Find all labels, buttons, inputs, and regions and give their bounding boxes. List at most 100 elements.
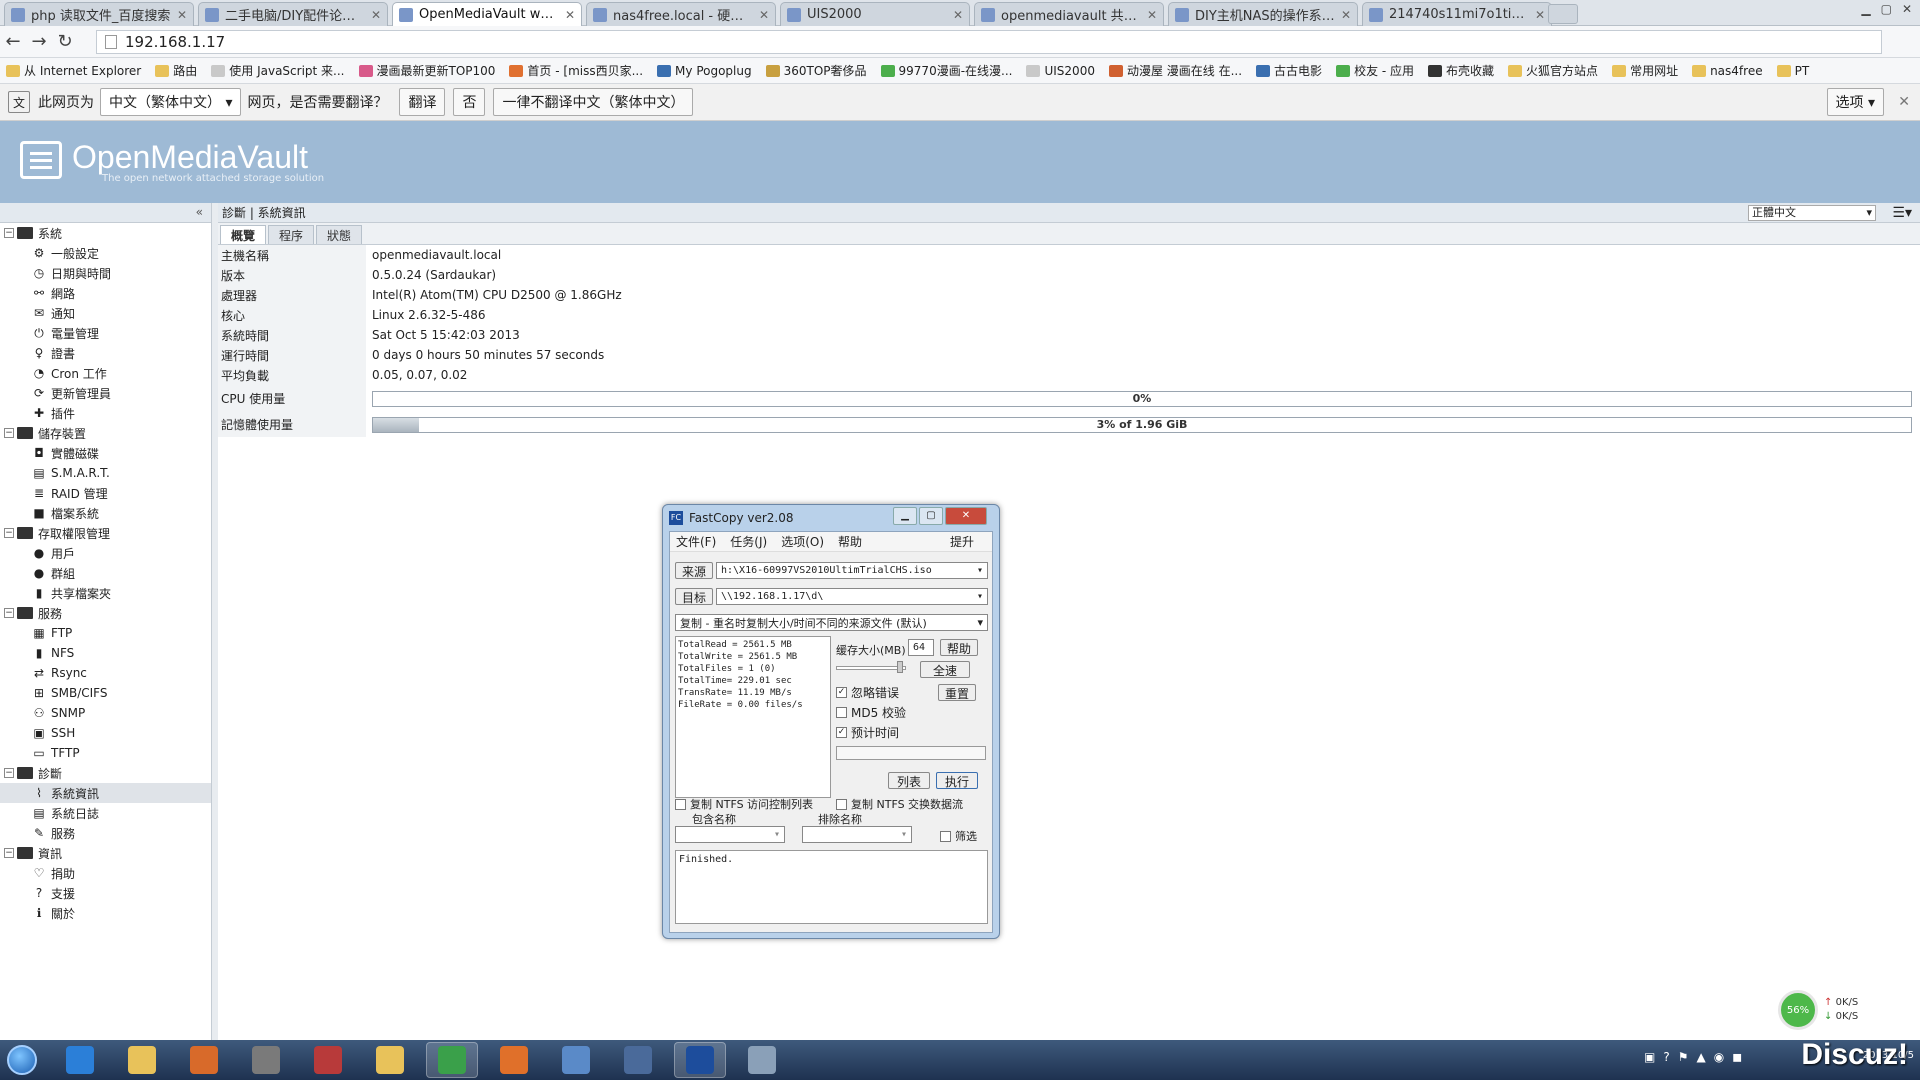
taskbar-app[interactable] xyxy=(54,1042,106,1078)
bookmark-item[interactable]: 从 Internet Explorer xyxy=(6,62,141,79)
sidebar-item[interactable]: ⚙ 一般設定 xyxy=(0,243,211,263)
sidebar-item[interactable]: ● 群組 xyxy=(0,563,211,583)
sidebar-item[interactable]: ▤ 系統日誌 xyxy=(0,803,211,823)
sidebar-item[interactable]: ▮ 共享檔案夾 xyxy=(0,583,211,603)
taskbar-app[interactable] xyxy=(178,1042,230,1078)
bookmark-item[interactable]: 360TOP奢侈品 xyxy=(765,62,867,79)
tab-close-icon[interactable]: ✕ xyxy=(953,8,963,22)
sidebar-item[interactable]: ◘ 實體磁碟 xyxy=(0,443,211,463)
sidebar-item[interactable]: ■ 檔案系統 xyxy=(0,503,211,523)
collapse-toggle-icon[interactable]: − xyxy=(4,228,14,238)
tab-close-icon[interactable]: ✕ xyxy=(177,8,187,22)
bookmark-item[interactable]: My Pogoplug xyxy=(657,64,752,78)
fc-menu-item[interactable]: 帮助 xyxy=(838,535,862,549)
collapse-toggle-icon[interactable]: − xyxy=(4,528,14,538)
fc-md5-checkbox[interactable]: MD5 校验 xyxy=(836,704,906,721)
reload-icon[interactable]: ↻ xyxy=(52,31,78,52)
fc-reset-button[interactable]: 重置 xyxy=(938,684,976,701)
maximize-icon[interactable]: ▢ xyxy=(1881,2,1892,16)
fastcopy-window[interactable]: FC FastCopy ver2.08 ▁ ▢ ✕ 文件(F) 任务(J) 选项(O… xyxy=(662,504,1000,939)
bookmark-item[interactable]: 路由 xyxy=(155,62,197,79)
browser-tab[interactable]: DIY主机NAS的操作系统# ✕ xyxy=(1168,2,1358,26)
fc-menu-item[interactable]: 任务(J) xyxy=(730,535,767,549)
fc-filter-checkbox[interactable]: 筛选 xyxy=(940,828,977,844)
new-tab-button[interactable] xyxy=(1548,4,1578,24)
sidebar-group[interactable]: − 診斷 xyxy=(0,763,211,783)
sidebar-item[interactable]: ⌇ 系統資訊 xyxy=(0,783,211,803)
sidebar-group[interactable]: − 儲存裝置 xyxy=(0,423,211,443)
bookmark-item[interactable]: PT xyxy=(1776,64,1809,78)
start-button[interactable] xyxy=(0,1040,44,1080)
close-translate-icon[interactable]: ✕ xyxy=(1898,94,1910,110)
sidebar-item[interactable]: ⏻ 電量管理 xyxy=(0,323,211,343)
fc-menu-item[interactable]: 文件(F) xyxy=(676,535,716,549)
minimize-icon[interactable]: ▁ xyxy=(1861,2,1870,16)
fc-menu-item[interactable]: 选项(O) xyxy=(781,535,824,549)
fc-close-icon[interactable]: ✕ xyxy=(945,507,987,525)
browser-tab[interactable]: UIS2000 ✕ xyxy=(780,2,970,26)
tab-close-icon[interactable]: ✕ xyxy=(565,8,575,22)
tab-close-icon[interactable]: ✕ xyxy=(1535,8,1545,22)
taskbar-app[interactable] xyxy=(736,1042,788,1078)
taskbar-app[interactable] xyxy=(364,1042,416,1078)
sidebar-item[interactable]: ✚ 插件 xyxy=(0,403,211,423)
volume-icon[interactable]: ◼ xyxy=(1732,1050,1742,1064)
menu-icon[interactable]: ☰▾ xyxy=(1892,205,1912,221)
taskbar-app[interactable] xyxy=(116,1042,168,1078)
bookmark-item[interactable]: 布壳收藏 xyxy=(1428,62,1494,79)
collapse-toggle-icon[interactable]: − xyxy=(4,428,14,438)
fc-fullspeed-button[interactable]: 全速 xyxy=(920,661,970,678)
taskbar-app[interactable] xyxy=(488,1042,540,1078)
sidebar-item[interactable]: ▤ S.M.A.R.T. xyxy=(0,463,211,483)
forward-icon[interactable]: → xyxy=(26,31,52,52)
sidebar-item[interactable]: ⊞ SMB/CIFS xyxy=(0,683,211,703)
fc-ntfs-stream-checkbox[interactable]: 复制 NTFS 交换数据流 xyxy=(836,796,963,812)
close-icon[interactable]: ✕ xyxy=(1902,2,1912,16)
subtab[interactable]: 概覽 xyxy=(220,225,267,244)
collapse-toggle-icon[interactable]: − xyxy=(4,768,14,778)
fc-include-field[interactable]: ▾ xyxy=(675,826,785,843)
fc-buffer-input[interactable]: 64 xyxy=(908,639,934,656)
collapse-sidebar-icon[interactable]: « xyxy=(196,205,203,219)
network-monitor-widget[interactable]: 56% ↑ 0K/S ↓ 0K/S xyxy=(1778,990,1858,1030)
bookmark-item[interactable]: 使用 JavaScript 来... xyxy=(211,62,345,79)
sidebar-item[interactable]: ⟳ 更新管理員 xyxy=(0,383,211,403)
translate-options-button[interactable]: 选项 ▾ xyxy=(1826,88,1884,116)
flag-icon[interactable]: ⚑ xyxy=(1678,1050,1689,1064)
fc-source-field[interactable]: h:\X16-60997VS2010UltimTrialCHS.iso ▾ xyxy=(716,562,988,579)
sidebar-item[interactable]: ♡ 捐助 xyxy=(0,863,211,883)
bookmark-item[interactable]: 校友 - 应用 xyxy=(1336,62,1414,79)
sidebar-item[interactable]: ≣ RAID 管理 xyxy=(0,483,211,503)
sidebar-group[interactable]: − 資訊 xyxy=(0,843,211,863)
url-field[interactable]: 192.168.1.17 xyxy=(96,30,1882,54)
fc-exclude-field[interactable]: ▾ xyxy=(802,826,912,843)
taskbar-app[interactable] xyxy=(240,1042,292,1078)
tab-close-icon[interactable]: ✕ xyxy=(371,8,381,22)
fc-source-button[interactable]: 来源 xyxy=(675,562,713,579)
sidebar-item[interactable]: ▦ FTP xyxy=(0,623,211,643)
sidebar-item[interactable]: ⚯ 網路 xyxy=(0,283,211,303)
fc-estimate-checkbox[interactable]: ✓ 预计时间 xyxy=(836,724,899,741)
subtab[interactable]: 程序 xyxy=(268,225,315,244)
sidebar-item[interactable]: ▮ NFS xyxy=(0,643,211,663)
taskbar-app[interactable] xyxy=(612,1042,664,1078)
sidebar-group[interactable]: − 系統 xyxy=(0,223,211,243)
sidebar-item[interactable]: ✎ 服務 xyxy=(0,823,211,843)
taskbar-app[interactable] xyxy=(674,1042,726,1078)
sidebar-group[interactable]: − 存取權限管理 xyxy=(0,523,211,543)
browser-tab[interactable]: php 读取文件_百度搜索 ✕ xyxy=(4,2,194,26)
fc-help-button[interactable]: 帮助 xyxy=(940,639,978,656)
bookmark-item[interactable]: 古古电影 xyxy=(1256,62,1322,79)
sidebar-item[interactable]: ● 用戶 xyxy=(0,543,211,563)
fc-ntfs-acl-checkbox[interactable]: 复制 NTFS 访问控制列表 xyxy=(675,796,813,812)
bookmark-item[interactable]: UIS2000 xyxy=(1026,64,1095,78)
fc-minimize-icon[interactable]: ▁ xyxy=(893,507,917,525)
back-icon[interactable]: ← xyxy=(0,31,26,52)
taskbar-app[interactable] xyxy=(302,1042,354,1078)
tab-close-icon[interactable]: ✕ xyxy=(1341,8,1351,22)
fc-list-button[interactable]: 列表 xyxy=(888,772,930,789)
subtab[interactable]: 狀態 xyxy=(316,225,363,244)
sidebar-item[interactable]: ℹ 關於 xyxy=(0,903,211,923)
bookmark-item[interactable]: 动漫屋 漫画在线 在... xyxy=(1108,62,1242,79)
tray-icon[interactable]: ▣ xyxy=(1644,1050,1655,1064)
